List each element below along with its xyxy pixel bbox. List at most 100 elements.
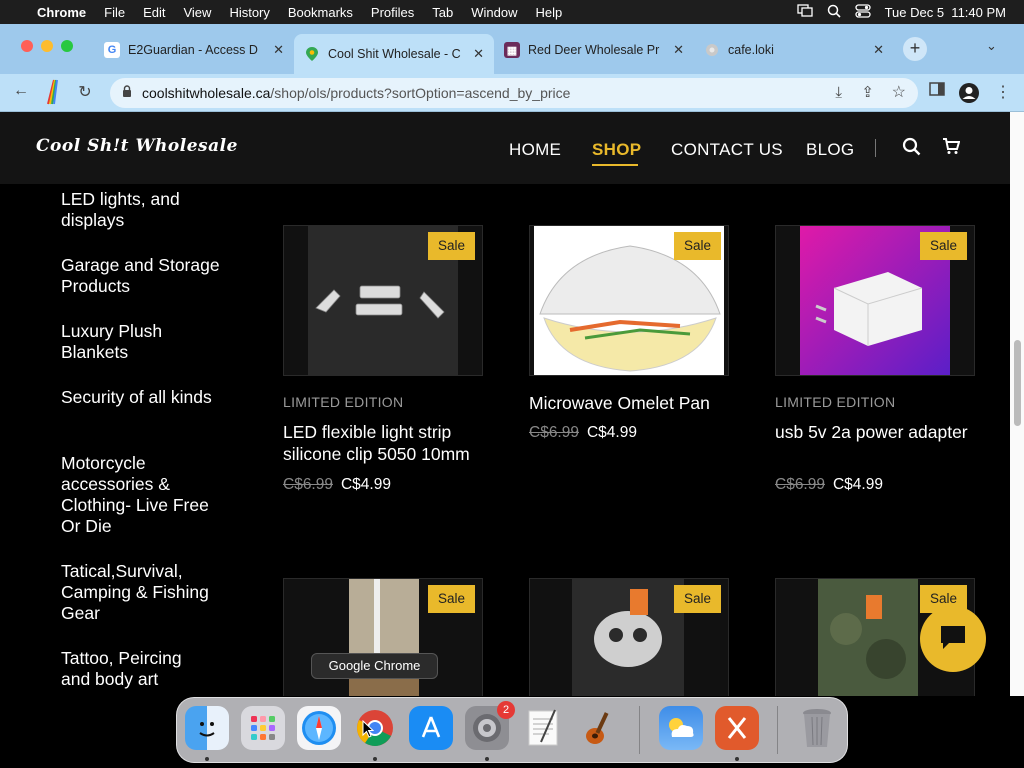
notification-badge: 2 [497, 701, 515, 719]
chrome-menu-icon[interactable]: ⋮ [992, 82, 1014, 102]
category-link[interactable]: Luxury Plush Blankets [61, 321, 221, 363]
product-price: C$6.99 C$4.99 [775, 476, 883, 494]
menu-window[interactable]: Window [462, 5, 526, 20]
menu-tab[interactable]: Tab [423, 5, 462, 20]
product-old-price: C$6.99 [775, 476, 825, 493]
product-label: LIMITED EDITION [775, 394, 896, 410]
spotlight-search-icon[interactable] [827, 4, 841, 21]
product-old-price: C$6.99 [283, 476, 333, 493]
menu-history[interactable]: History [220, 5, 278, 20]
tab-cafe-loki[interactable]: cafe.loki ✕ [694, 34, 894, 66]
zoom-window-button[interactable] [61, 40, 73, 52]
menu-help[interactable]: Help [527, 5, 572, 20]
nav-home[interactable]: HOME [509, 140, 561, 160]
profile-avatar-icon[interactable] [958, 82, 980, 109]
menu-view[interactable]: View [174, 5, 220, 20]
nav-contact-us[interactable]: CONTACT US [671, 140, 783, 160]
product-old-price: C$6.99 [529, 424, 579, 441]
product-name[interactable]: LED flexible light strip silicone clip 5… [283, 421, 493, 465]
tab-e2guardian[interactable]: G E2Guardian - Access D ✕ [94, 34, 294, 66]
macos-menubar: Chrome File Edit View History Bookmarks … [0, 0, 1024, 24]
textedit-icon[interactable] [521, 706, 565, 750]
safari-icon[interactable] [297, 706, 341, 750]
close-tab-icon[interactable]: ✕ [473, 46, 484, 62]
nav-blog[interactable]: BLOG [806, 140, 854, 160]
profile-rainbow-icon[interactable] [40, 78, 62, 111]
product-image[interactable]: Sale [283, 225, 483, 376]
new-tab-button[interactable]: + [903, 37, 927, 61]
dock-tooltip: Google Chrome [311, 653, 438, 679]
category-link[interactable]: Tattoo, Peircing and body art [61, 648, 201, 690]
maps-pin-icon [304, 46, 320, 62]
google-icon: G [104, 42, 120, 58]
menubar-clock[interactable]: Tue Dec 5 11:40 PM [885, 5, 1006, 20]
sale-badge: Sale [673, 232, 721, 260]
tab-cool-shit-wholesale[interactable]: Cool Shit Wholesale - C ✕ [294, 34, 494, 74]
nav-active-underline [592, 164, 638, 166]
close-tab-icon[interactable]: ✕ [273, 42, 284, 58]
product-sale-price: C$4.99 [340, 476, 391, 493]
site-logo[interactable]: Cool Sh!t Wholesale [36, 136, 238, 156]
nav-shop[interactable]: SHOP [592, 140, 641, 160]
category-link[interactable]: Motorcycle accessories & Clothing- Live … [61, 453, 216, 537]
menu-bookmarks[interactable]: Bookmarks [279, 5, 362, 20]
product-sale-price: C$4.99 [586, 424, 637, 441]
category-link[interactable]: Garage and Storage Products [61, 255, 221, 297]
mouse-cursor-icon [362, 720, 374, 738]
screen-mirror-icon[interactable] [796, 4, 813, 20]
install-app-icon[interactable]: ⤓ [835, 84, 842, 101]
control-center-icon[interactable] [854, 3, 871, 21]
category-link[interactable]: LED lights, and displays [61, 189, 221, 231]
menu-app-name[interactable]: Chrome [28, 5, 95, 20]
sale-badge: Sale [919, 232, 967, 260]
site-header: Cool Sh!t Wholesale HOME SHOP CONTACT US… [0, 112, 1010, 184]
sale-badge: Sale [427, 232, 475, 260]
product-price: C$6.99 C$4.99 [283, 476, 391, 494]
back-arrow-icon[interactable]: ← [10, 82, 32, 100]
tab-red-deer-wholesale[interactable]: ▦ Red Deer Wholesale Pr ✕ [494, 34, 694, 66]
product-name[interactable]: Microwave Omelet Pan [529, 392, 739, 414]
remote-desktop-icon[interactable] [715, 706, 759, 750]
bookmark-star-icon[interactable]: ☆ [892, 82, 906, 102]
launchpad-icon[interactable] [241, 706, 285, 750]
product-image[interactable]: Sale [529, 578, 729, 696]
product-name[interactable]: usb 5v 2a power adapter [775, 421, 985, 443]
search-icon[interactable] [902, 137, 921, 161]
running-indicator [735, 757, 739, 761]
dock-divider [639, 706, 640, 754]
close-window-button[interactable] [21, 40, 33, 52]
tab-title: Cool Shit Wholesale - C [328, 47, 461, 61]
garageband-icon[interactable] [577, 706, 621, 750]
trash-icon[interactable] [795, 706, 839, 750]
product-image[interactable]: Sale [529, 225, 729, 376]
dock-divider [777, 706, 778, 754]
nav-divider [875, 139, 876, 157]
cart-icon[interactable] [942, 137, 961, 160]
product-label: LIMITED EDITION [283, 394, 404, 410]
menu-file[interactable]: File [95, 5, 134, 20]
chat-button[interactable] [920, 606, 986, 672]
tab-search-chevron-icon[interactable]: ⌄ [986, 38, 997, 54]
address-bar[interactable]: coolshitwholesale.ca/shop/ols/products?s… [110, 78, 918, 108]
product-image[interactable]: Sale [775, 225, 975, 376]
side-panel-icon[interactable] [926, 82, 948, 101]
weather-icon[interactable] [659, 706, 703, 750]
browser-tabstrip: G E2Guardian - Access D ✕ Cool Shit Whol… [0, 24, 1024, 74]
finder-icon[interactable] [185, 706, 229, 750]
reload-icon[interactable]: ↻ [74, 82, 96, 102]
close-tab-icon[interactable]: ✕ [673, 42, 684, 58]
minimize-window-button[interactable] [41, 40, 53, 52]
menu-profiles[interactable]: Profiles [362, 5, 423, 20]
app-store-icon[interactable] [409, 706, 453, 750]
category-link[interactable]: Security of all kinds [61, 387, 221, 408]
close-tab-icon[interactable]: ✕ [873, 42, 884, 58]
chrome-icon[interactable] [353, 706, 397, 750]
chat-bubble-icon [938, 623, 968, 656]
category-link[interactable]: Tatical,Survival, Camping & Fishing Gear [61, 561, 221, 624]
store-icon: ▦ [504, 42, 520, 58]
menu-edit[interactable]: Edit [134, 5, 174, 20]
scrollbar-thumb[interactable] [1014, 340, 1021, 426]
share-icon[interactable]: ⇪ [861, 83, 874, 101]
lock-icon[interactable] [122, 85, 132, 101]
tab-title: E2Guardian - Access D [128, 43, 258, 57]
